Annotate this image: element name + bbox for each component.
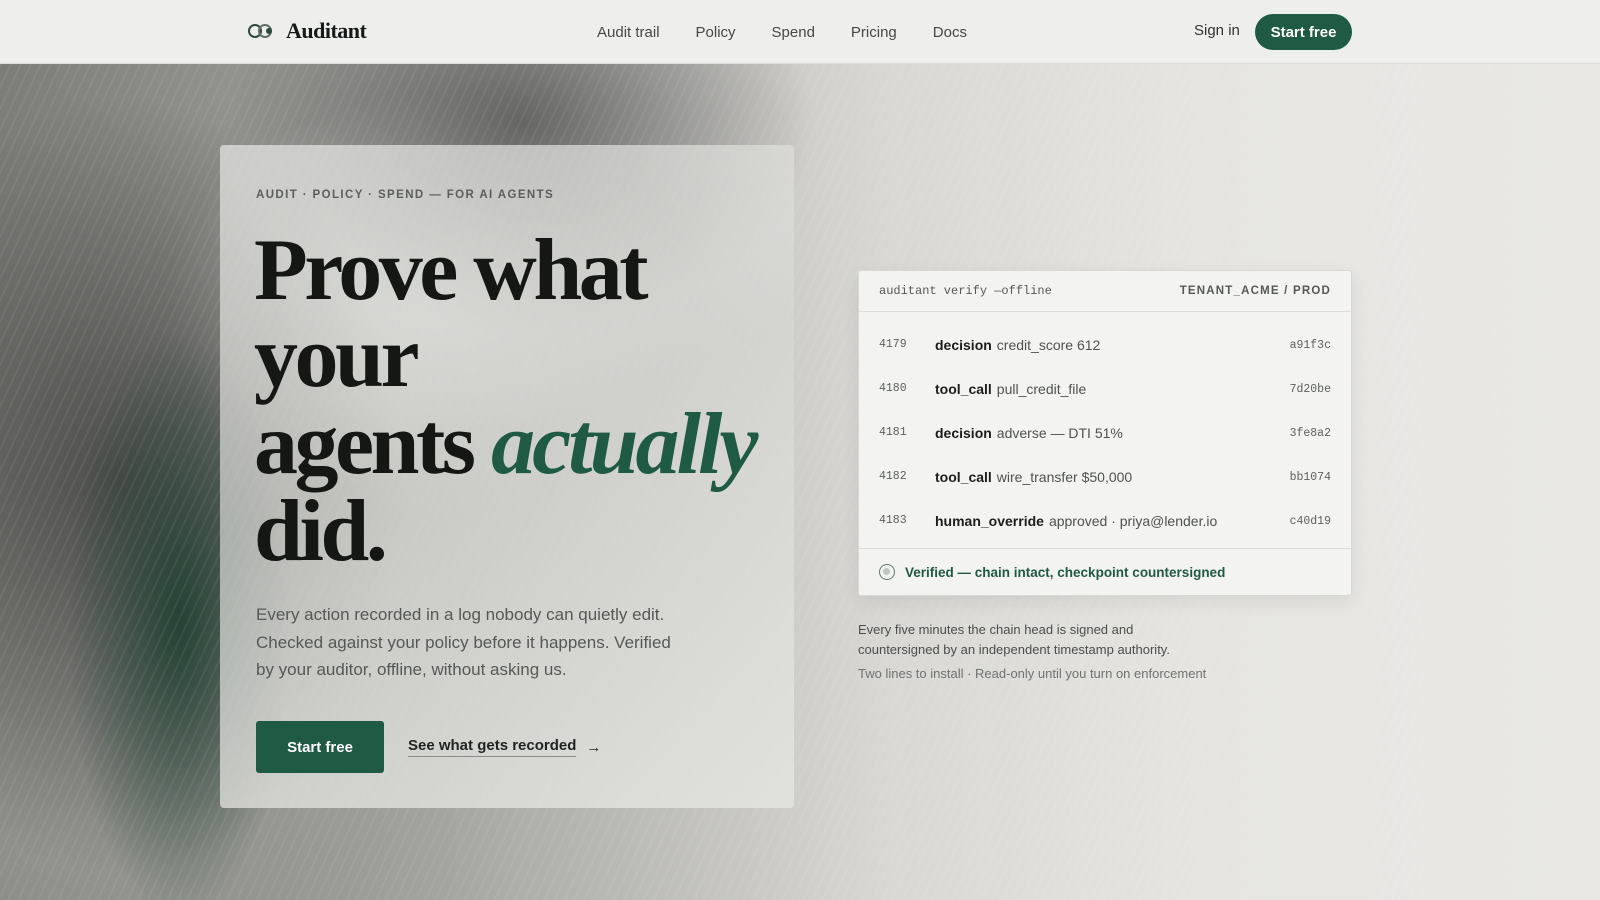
nav-links: Audit trail Policy Spend Pricing Docs — [597, 0, 967, 64]
row-text: decision adverse — DTI 51% — [935, 425, 1123, 441]
see-what-gets-recorded-link[interactable]: See what gets recorded → — [408, 737, 601, 757]
brand-name: Auditant — [286, 18, 367, 43]
row-id: 4181 — [879, 425, 907, 439]
panel-command: auditant verify —offline — [879, 284, 1052, 298]
row-hash: 3fe8a2 — [1289, 426, 1331, 440]
check-circle-icon — [879, 564, 895, 580]
nav-link-policy[interactable]: Policy — [696, 24, 736, 41]
row-detail: wire_transfer $50,000 — [996, 469, 1133, 485]
hero-headline: Prove what your agents actually did. — [254, 227, 794, 576]
nav-link-pricing[interactable]: Pricing — [851, 24, 897, 41]
audit-row: 4182 tool_call wire_transfer $50,000 bb10… — [859, 455, 1351, 499]
checkpoint-note: Every five minutes the chain head is sig… — [858, 622, 1170, 657]
row-hash: c40d19 — [1289, 514, 1331, 528]
headline-line-1: Prove what — [254, 222, 649, 319]
hero-card: AUDIT · POLICY · SPEND — FOR AI AGENTS P… — [220, 145, 794, 808]
arrow-right-icon: → — [586, 738, 602, 756]
audit-row: 4181 decision adverse — DTI 51% 3fe8a2 — [859, 411, 1351, 455]
row-id: 4179 — [879, 337, 907, 351]
row-detail: adverse — DTI 51% — [996, 425, 1123, 441]
see-what-gets-recorded-label: See what gets recorded — [408, 737, 577, 757]
nav-link-docs[interactable]: Docs — [933, 24, 967, 41]
row-text: tool_call pull_credit_file — [935, 381, 1086, 397]
verified-status: Verified — chain intact, checkpoint coun… — [905, 564, 1226, 580]
nav-link-spend[interactable]: Spend — [772, 24, 815, 41]
row-text: human_override approved · priya@lender.io — [935, 513, 1217, 529]
headline-line-2: your — [254, 309, 420, 406]
row-kind: decision — [935, 337, 992, 353]
row-kind: tool_call — [935, 469, 992, 485]
headline-line-3: agents — [254, 396, 476, 493]
install-note: Two lines to install · Read-only until y… — [858, 666, 1207, 681]
hero-start-free-button[interactable]: Start free — [256, 721, 384, 773]
top-nav: Auditant Audit trail Policy Spend Pricin… — [0, 0, 1600, 64]
panel-footer: Verified — chain intact, checkpoint coun… — [859, 548, 1351, 595]
audit-row: 4179 decision credit_score 612 a91f3c — [859, 323, 1351, 367]
row-text: tool_call wire_transfer $50,000 — [935, 469, 1132, 485]
sign-in-link[interactable]: Sign in — [1194, 22, 1240, 39]
verify-panel: auditant verify —offline TENANT_ACME / P… — [858, 270, 1352, 596]
hero-lede: Every action recorded in a log nobody ca… — [256, 605, 671, 679]
hero-eyebrow: AUDIT · POLICY · SPEND — FOR AI AGENTS — [256, 189, 555, 201]
row-kind: decision — [935, 425, 992, 441]
audit-row: 4180 tool_call pull_credit_file 7d20be — [859, 367, 1351, 411]
row-id: 4180 — [879, 381, 907, 395]
panel-header: auditant verify —offline TENANT_ACME / P… — [859, 271, 1351, 312]
row-hash: 7d20be — [1289, 382, 1331, 396]
headline-line-4: did. — [254, 483, 388, 580]
row-detail: credit_score 612 — [996, 337, 1101, 353]
row-text: decision credit_score 612 — [935, 337, 1100, 353]
row-detail: pull_credit_file — [996, 381, 1087, 397]
audit-rows: 4179 decision credit_score 612 a91f3c 418… — [859, 312, 1351, 548]
row-detail: approved · priya@lender.io — [1048, 513, 1218, 529]
headline-accent: actually — [491, 396, 758, 493]
row-kind: tool_call — [935, 381, 992, 397]
logo-icon — [248, 24, 276, 38]
nav-start-free-button[interactable]: Start free — [1255, 14, 1352, 50]
row-hash: bb1074 — [1289, 470, 1331, 484]
row-id: 4182 — [879, 469, 907, 483]
panel-tenant: TENANT_ACME / PROD — [1179, 285, 1331, 297]
nav-link-audit-trail[interactable]: Audit trail — [597, 24, 660, 41]
row-hash: a91f3c — [1289, 338, 1331, 352]
audit-row: 4183 human_override approved · priya@lend… — [859, 499, 1351, 543]
row-id: 4183 — [879, 513, 907, 527]
brand-logo[interactable]: Auditant — [248, 18, 367, 44]
row-kind: human_override — [935, 513, 1044, 529]
